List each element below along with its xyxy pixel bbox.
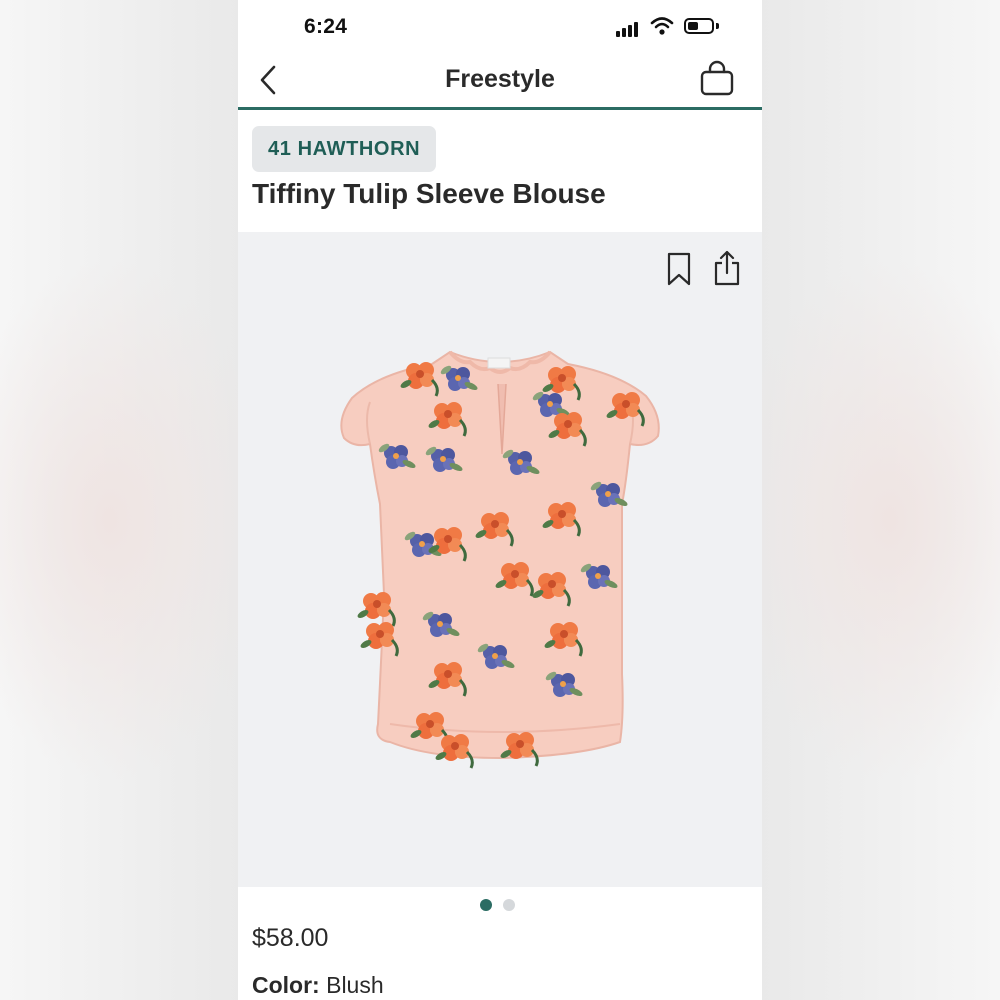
navigation-bar: Freestyle [238, 56, 762, 110]
product-color: Color: Blush [252, 972, 384, 999]
shopping-bag-icon[interactable] [696, 58, 738, 100]
wifi-icon [650, 17, 674, 35]
phone-screen: 6:24 Freestyle 41 HAWTHORN Tiffiny Tulip… [238, 0, 762, 1000]
battery-tip [716, 23, 719, 29]
cellular-signal-icon [616, 21, 640, 37]
status-bar: 6:24 [238, 0, 762, 56]
carousel-dot-2[interactable] [503, 899, 515, 911]
battery-icon [684, 18, 714, 34]
product-price: $58.00 [252, 924, 329, 952]
brand-badge[interactable]: 41 HAWTHORN [252, 126, 437, 172]
battery-fill [688, 22, 698, 30]
product-photo-blouse [340, 350, 660, 770]
bookmark-icon[interactable] [666, 252, 692, 286]
carousel-indicator [480, 899, 515, 911]
color-label: Color: [252, 972, 320, 998]
share-icon[interactable] [712, 250, 742, 286]
page-title: Freestyle [445, 65, 555, 93]
color-value: Blush [326, 972, 384, 998]
product-image-carousel[interactable] [238, 232, 762, 887]
product-title: Tiffiny Tulip Sleeve Blouse [252, 178, 606, 209]
status-time: 6:24 [304, 15, 348, 38]
carousel-dot-1[interactable] [480, 899, 492, 911]
